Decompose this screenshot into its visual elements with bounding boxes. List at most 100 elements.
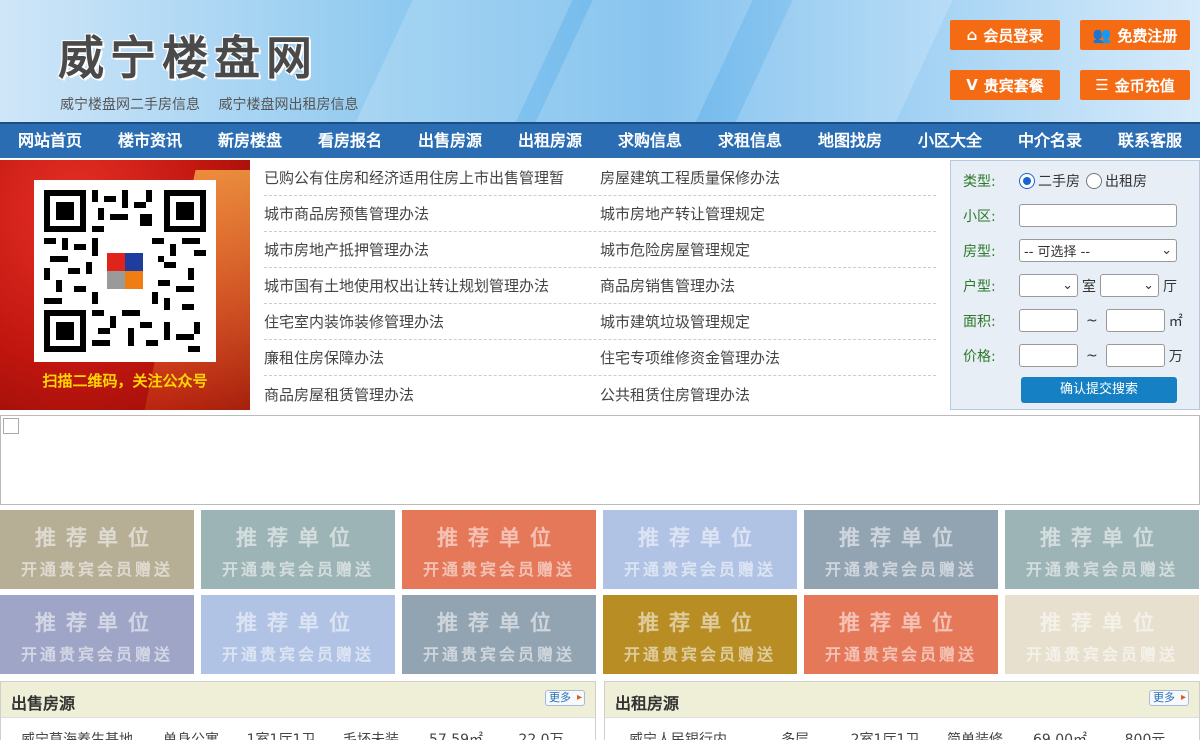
listing-community[interactable]: 威宁人民银行内 xyxy=(605,729,755,740)
recharge-button[interactable]: ☰ 金币充值 xyxy=(1080,70,1190,100)
chevron-down-icon: ⌄ xyxy=(1161,243,1172,258)
chevron-down-icon: ⌄ xyxy=(1062,278,1073,293)
policy-link[interactable]: 公共租赁住房管理办法 xyxy=(600,384,936,405)
area-separator: ~ xyxy=(1086,312,1098,329)
policy-link[interactable]: 住宅室内装饰装修管理办法 xyxy=(264,311,600,332)
login-label: 会员登录 xyxy=(983,26,1044,45)
more-button[interactable]: 更多 xyxy=(545,690,585,706)
register-button[interactable]: 👥 免费注册 xyxy=(1080,20,1190,50)
recommend-tile[interactable]: 推荐单位 开通贵宾会员赠送 xyxy=(0,510,194,589)
broken-image-icon xyxy=(3,418,19,434)
recharge-label: 金币充值 xyxy=(1114,76,1175,95)
recommend-subtitle: 开通贵宾会员赠送 xyxy=(623,645,776,664)
listing-community[interactable]: 威宁草海养生基地 xyxy=(1,729,151,740)
recommend-tile[interactable]: 推荐单位 开通贵宾会员赠送 xyxy=(402,595,596,674)
room-unit: 室 xyxy=(1082,278,1096,295)
policy-link[interactable]: 城市房地产转让管理规定 xyxy=(600,203,936,224)
site-logo[interactable]: 威宁楼盘网 xyxy=(58,22,318,88)
recommend-title: 推荐单位 xyxy=(35,526,159,550)
nav-agents[interactable]: 中介名录 xyxy=(1000,124,1100,158)
recommend-tile[interactable]: 推荐单位 开通贵宾会员赠送 xyxy=(1005,510,1199,589)
recommend-tile[interactable]: 推荐单位 开通贵宾会员赠送 xyxy=(201,595,395,674)
listing-building-type: 单身公寓 xyxy=(163,732,219,740)
recommend-tile[interactable]: 推荐单位 开通贵宾会员赠送 xyxy=(804,510,998,589)
recommend-tile[interactable]: 推荐单位 开通贵宾会员赠送 xyxy=(1005,595,1199,674)
price-label: 价格: xyxy=(963,348,996,365)
policy-link[interactable]: 廉租住房保障办法 xyxy=(264,347,600,368)
site-header: 威宁楼盘网 威宁楼盘网二手房信息 威宁楼盘网出租房信息 ⌂ 会员登录 👥 免费注… xyxy=(0,0,1200,122)
nav-communities[interactable]: 小区大全 xyxy=(900,124,1000,158)
list-item: 廉租住房保障办法 住宅专项维修资金管理办法 xyxy=(264,340,936,376)
home-icon: ⌂ xyxy=(966,26,978,44)
more-button[interactable]: 更多 xyxy=(1149,690,1189,706)
policy-link[interactable]: 城市国有土地使用权出让转让规划管理办法 xyxy=(264,275,600,296)
policy-list: 已购公有住房和经济适用住房上市出售管理暂 房屋建筑工程质量保修办法 城市商品房预… xyxy=(264,160,936,412)
panel-title: 出租房源 xyxy=(615,694,680,713)
recommend-tile[interactable]: 推荐单位 开通贵宾会员赠送 xyxy=(603,510,797,589)
area-min-input[interactable] xyxy=(1019,309,1078,332)
recommend-tile[interactable]: 推荐单位 开通贵宾会员赠送 xyxy=(0,595,194,674)
recommend-tile[interactable]: 推荐单位 开通贵宾会员赠送 xyxy=(402,510,596,589)
secondhand-link[interactable]: 威宁楼盘网二手房信息 xyxy=(60,97,200,113)
listing-layout: 1室1厅1卫 xyxy=(246,732,316,740)
policy-link[interactable]: 商品房屋租赁管理办法 xyxy=(264,384,600,405)
nav-wanted-buy[interactable]: 求购信息 xyxy=(600,124,700,158)
price-max-input[interactable] xyxy=(1105,344,1165,367)
nav-map-search[interactable]: 地图找房 xyxy=(800,124,900,158)
radio-rental[interactable] xyxy=(1086,173,1102,189)
nav-new-homes[interactable]: 新房楼盘 xyxy=(200,124,300,158)
policy-link[interactable]: 房屋建筑工程质量保修办法 xyxy=(600,167,936,188)
ad-banner-image[interactable] xyxy=(0,415,1200,505)
nav-wanted-rent[interactable]: 求租信息 xyxy=(700,124,800,158)
table-row[interactable]: 威宁人民银行内 多层 2室1厅1卫 简单装修 69.00㎡ 800元 xyxy=(605,718,1199,740)
recommend-tile[interactable]: 推荐单位 开通贵宾会员赠送 xyxy=(201,510,395,589)
nav-home[interactable]: 网站首页 xyxy=(0,124,100,158)
community-input[interactable] xyxy=(1019,204,1177,227)
recommend-title: 推荐单位 xyxy=(437,526,561,550)
policy-link[interactable]: 商品房销售管理办法 xyxy=(600,275,936,296)
price-min-input[interactable] xyxy=(1019,344,1078,367)
rental-link[interactable]: 威宁楼盘网出租房信息 xyxy=(218,97,358,113)
nav-for-rent[interactable]: 出租房源 xyxy=(500,124,600,158)
list-item: 城市房地产抵押管理办法 城市危险房屋管理规定 xyxy=(264,232,936,268)
price-separator: ~ xyxy=(1086,347,1098,364)
policy-link[interactable]: 已购公有住房和经济适用住房上市出售管理暂 xyxy=(264,167,600,188)
area-max-input[interactable] xyxy=(1105,309,1165,332)
room-select[interactable]: ⌄ xyxy=(1019,274,1078,297)
recommend-subtitle: 开通贵宾会员赠送 xyxy=(221,645,374,664)
price-unit: 万 xyxy=(1168,348,1183,365)
login-button[interactable]: ⌂ 会员登录 xyxy=(950,20,1060,50)
register-label: 免费注册 xyxy=(1117,26,1178,45)
recommend-tile[interactable]: 推荐单位 开通贵宾会员赠送 xyxy=(603,595,797,674)
nav-viewing-signup[interactable]: 看房报名 xyxy=(300,124,400,158)
qr-caption: 扫描二维码，关注公众号 xyxy=(42,372,208,390)
vip-package-button[interactable]: V 贵宾套餐 xyxy=(950,70,1060,100)
area-label: 面积: xyxy=(963,313,996,330)
recommend-title: 推荐单位 xyxy=(839,526,963,550)
house-type-value: -- 可选择 -- xyxy=(1024,245,1091,260)
house-type-select[interactable]: -- 可选择 -- ⌄ xyxy=(1019,239,1177,262)
layout-row: 户型: ⌄ 室 ⌄ 厅 xyxy=(963,274,1177,297)
radio-secondhand[interactable] xyxy=(1019,173,1035,189)
policy-link[interactable]: 住宅专项维修资金管理办法 xyxy=(600,347,936,368)
area-unit: ㎡ xyxy=(1168,313,1183,330)
recommend-tile[interactable]: 推荐单位 开通贵宾会员赠送 xyxy=(804,595,998,674)
qr-banner[interactable]: 扫描二维码，关注公众号 xyxy=(0,160,250,410)
policy-link[interactable]: 城市房地产抵押管理办法 xyxy=(264,239,600,260)
policy-link[interactable]: 城市建筑垃圾管理规定 xyxy=(600,311,936,332)
nav-contact[interactable]: 联系客服 xyxy=(1100,124,1200,158)
policy-link[interactable]: 城市危险房屋管理规定 xyxy=(600,239,936,260)
nav-news[interactable]: 楼市资讯 xyxy=(100,124,200,158)
list-item: 已购公有住房和经济适用住房上市出售管理暂 房屋建筑工程质量保修办法 xyxy=(264,160,936,196)
policy-link[interactable]: 城市商品房预售管理办法 xyxy=(264,203,600,224)
table-row[interactable]: 威宁草海养生基地 单身公寓 1室1厅1卫 毛坯未装 57.59㎡ 22.0万 xyxy=(1,718,595,740)
hall-select[interactable]: ⌄ xyxy=(1100,274,1159,297)
listing-decoration: 毛坯未装 xyxy=(343,732,399,740)
chevron-down-icon: ⌄ xyxy=(1143,278,1154,293)
recommend-title: 推荐单位 xyxy=(638,526,762,550)
listing-area: 69.00㎡ xyxy=(1032,732,1088,740)
nav-for-sale[interactable]: 出售房源 xyxy=(400,124,500,158)
search-submit-button[interactable]: 确认提交搜索 xyxy=(1021,377,1177,403)
community-label: 小区: xyxy=(963,208,996,225)
list-item: 城市商品房预售管理办法 城市房地产转让管理规定 xyxy=(264,196,936,232)
